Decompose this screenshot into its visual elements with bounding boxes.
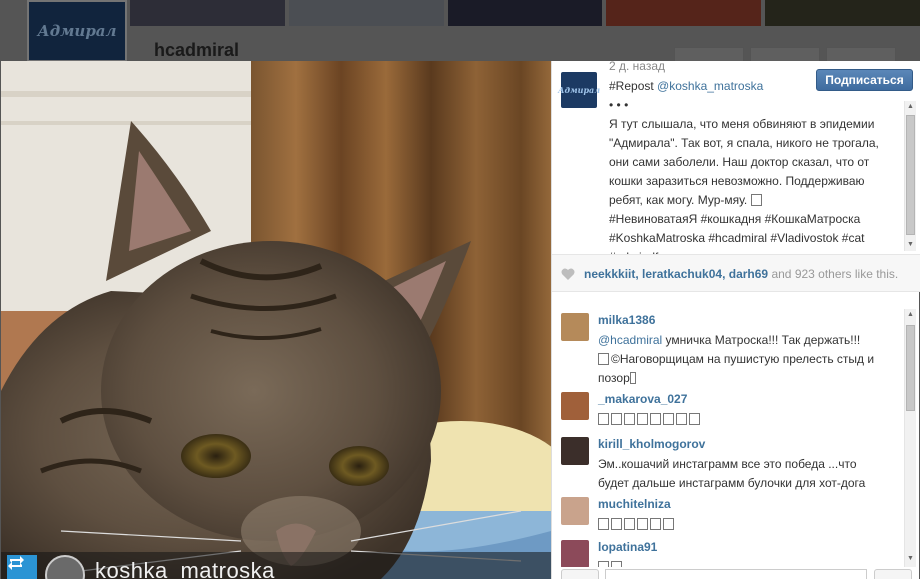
owner-logo-text: Адмирал <box>557 85 601 95</box>
comment-text <box>598 558 888 567</box>
comment-avatar[interactable] <box>561 497 589 525</box>
emoji-glyph <box>637 518 648 530</box>
comment-avatar[interactable] <box>561 540 589 567</box>
comment-text <box>598 515 888 534</box>
emoji-glyph <box>598 413 609 425</box>
comment-input-row <box>552 567 920 579</box>
comment-avatar[interactable] <box>561 437 589 465</box>
comment-text: @hcadmiral умничка Матроска!!! Так держа… <box>598 333 875 385</box>
caption-section: Адмирал 2 д. назад Подписаться #Repost @… <box>552 59 920 264</box>
photo-modal: koshka_matroska Адмирал 2 д. назад Подпи… <box>1 59 920 579</box>
comment-item: kirill_kholmogorov Эм..кошачий инстаграм… <box>561 437 901 497</box>
comment-username[interactable]: kirill_kholmogorov <box>598 437 705 451</box>
emoji-glyph <box>624 413 635 425</box>
like-button[interactable] <box>561 569 599 579</box>
emoji-glyph <box>598 518 609 530</box>
repost-bar: koshka_matroska <box>1 552 551 579</box>
cat-photo-image <box>1 61 551 579</box>
comment-item: _makarova_027 <box>561 392 901 432</box>
emoji-glyph <box>676 413 687 425</box>
comment-username[interactable]: muchitelniza <box>598 497 671 511</box>
scroll-down-arrow-icon[interactable]: ▼ <box>905 553 916 565</box>
comment-avatar[interactable] <box>561 392 589 420</box>
likes-bar: neekkkiit, leratkachuk04, darh69 and 923… <box>552 254 920 292</box>
likes-users[interactable]: neekkkiit, leratkachuk04, darh69 <box>584 267 768 281</box>
emoji-glyph <box>663 518 674 530</box>
emoji-glyph <box>663 413 674 425</box>
repost-owner-name[interactable]: koshka_matroska <box>95 558 275 579</box>
comment-text: Эм..кошачий инстаграмм все это победа ..… <box>598 457 866 490</box>
caption-repost-tag[interactable]: #Repost <box>609 79 654 93</box>
comment-avatar[interactable] <box>561 313 589 341</box>
comments-scrollbar[interactable]: ▲ ▼ <box>904 309 916 567</box>
comment-item: lopatina91 <box>561 540 901 567</box>
comment-username[interactable]: _makarova_027 <box>598 392 687 406</box>
scroll-down-arrow-icon[interactable]: ▼ <box>905 239 916 251</box>
repost-icon <box>7 555 37 579</box>
more-options-button[interactable] <box>874 569 912 579</box>
comment-text-part2: Наговорщицам на пушистую прелесть стыд и… <box>598 352 875 385</box>
comment-mention[interactable]: @hcadmiral <box>598 333 662 347</box>
comment-item: milka1386 @hcadmiral умничка Матроска!!!… <box>561 313 901 385</box>
emoji-glyph <box>650 518 661 530</box>
post-caption: #Repost @koshka_matroska • • • Я тут слы… <box>609 77 895 267</box>
comment-text-part1: умничка Матроска!!! Так держать!!! <box>662 333 861 347</box>
comment-input[interactable] <box>605 569 867 579</box>
caption-scrollbar[interactable]: ▲ ▼ <box>904 101 916 251</box>
caption-mention[interactable]: @koshka_matroska <box>657 79 763 93</box>
post-photo[interactable]: koshka_matroska <box>1 61 551 579</box>
emoji-glyph <box>611 518 622 530</box>
caption-dots: • • • <box>609 98 629 112</box>
comment-item: muchitelniza <box>561 497 901 537</box>
comment-username[interactable]: milka1386 <box>598 313 655 327</box>
emoji-glyph <box>624 518 635 530</box>
caption-body: Я тут слышала, что меня обвиняют в эпиде… <box>609 117 879 207</box>
emoji-glyph <box>637 413 648 425</box>
post-time: 2 д. назад <box>609 59 666 73</box>
likes-summary: neekkkiit, leratkachuk04, darh69 and 923… <box>584 267 898 281</box>
likes-suffix: others like this. <box>814 267 899 281</box>
emoji-glyph <box>598 353 609 365</box>
emoji-glyph <box>689 413 700 425</box>
heart-icon[interactable] <box>561 268 575 280</box>
likes-count: 923 <box>794 267 815 281</box>
post-side-panel: Адмирал 2 д. назад Подписаться #Repost @… <box>551 59 920 579</box>
comment-text <box>598 410 888 429</box>
owner-avatar[interactable]: Адмирал <box>557 72 601 108</box>
comment-username[interactable]: lopatina91 <box>598 540 657 554</box>
likes-and: and <box>768 267 795 281</box>
emoji-glyph <box>750 194 762 206</box>
caption-scroll-thumb[interactable] <box>906 115 915 235</box>
comments-list: milka1386 @hcadmiral умничка Матроска!!!… <box>552 293 920 567</box>
repost-owner-avatar[interactable] <box>45 555 85 579</box>
comments-scroll-thumb[interactable] <box>906 325 915 411</box>
emoji-glyph <box>611 413 622 425</box>
scroll-up-arrow-icon[interactable]: ▲ <box>905 309 916 321</box>
emoji-glyph <box>629 372 636 384</box>
emoji-glyph <box>650 413 661 425</box>
scroll-up-arrow-icon[interactable]: ▲ <box>905 101 916 113</box>
